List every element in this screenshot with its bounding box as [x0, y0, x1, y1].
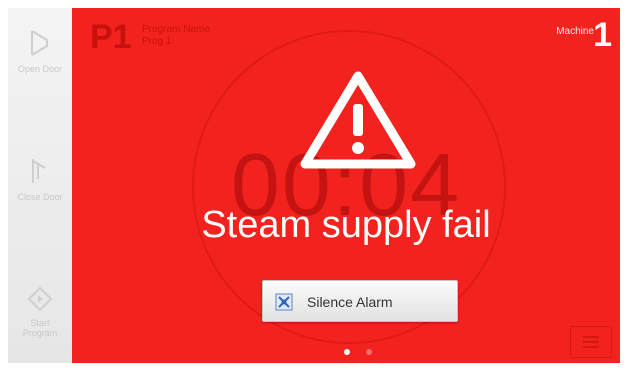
machine-number: 1	[593, 16, 612, 54]
open-door-button[interactable]: Open Door	[8, 28, 72, 118]
sidebar: Open Door Close Door Start Program	[8, 8, 73, 363]
start-program-button[interactable]: Start Program	[8, 286, 72, 363]
close-door-label: Close Door	[17, 192, 63, 202]
open-door-icon	[31, 30, 48, 56]
menu-icon	[583, 346, 599, 348]
open-door-label: Open Door	[17, 64, 63, 74]
program-title-line2: Prog 1	[142, 36, 172, 47]
machine-label: Machine	[556, 26, 594, 37]
alarm-message: Steam supply fail	[201, 204, 491, 246]
program-title-line1: Program Name	[142, 24, 210, 35]
alarm-screen: 00:04 P1 Program Name Prog 1 Machine 1 S…	[72, 8, 620, 363]
menu-icon	[583, 341, 599, 343]
menu-icon	[583, 336, 599, 338]
close-door-button[interactable]: Close Door	[8, 156, 72, 246]
start-program-icon	[27, 286, 53, 312]
silence-alarm-icon	[275, 293, 293, 311]
app-frame: Open Door Close Door Start Program 00:04…	[8, 8, 620, 363]
start-program-label: Start Program	[22, 318, 58, 338]
silence-alarm-label: Silence Alarm	[307, 294, 393, 310]
warning-triangle-icon	[300, 71, 416, 169]
menu-button[interactable]	[570, 326, 612, 358]
page-dot-active[interactable]	[344, 349, 350, 355]
close-door-icon	[32, 159, 46, 183]
page-dot-inactive[interactable]	[366, 349, 372, 355]
program-title: Program Name Prog 1	[142, 24, 210, 48]
silence-alarm-button[interactable]: Silence Alarm	[262, 280, 458, 322]
program-number: P1	[90, 18, 132, 56]
